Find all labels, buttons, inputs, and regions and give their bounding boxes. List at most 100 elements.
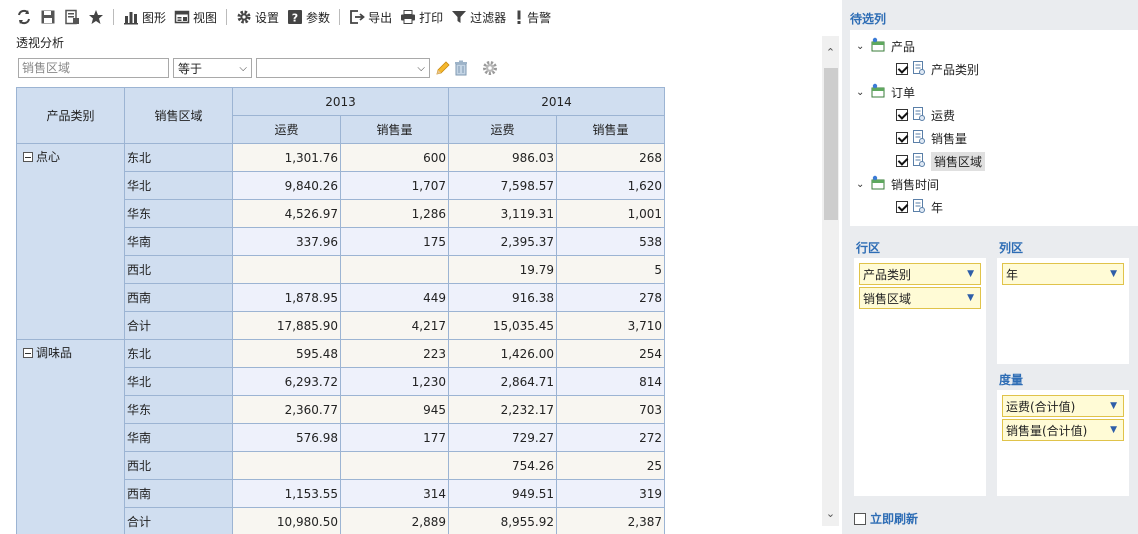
value-cell[interactable]: 945	[340, 395, 449, 424]
value-cell[interactable]	[340, 451, 449, 480]
value-cell[interactable]: 449	[340, 283, 449, 312]
edit-pencil-icon[interactable]	[434, 59, 452, 77]
region-cell[interactable]: 华南	[124, 227, 233, 256]
value-cell[interactable]: 600	[340, 143, 449, 172]
value-cell[interactable]: 3,119.31	[448, 199, 557, 228]
col-header-year[interactable]: 2014	[448, 87, 665, 116]
chevron-down-icon[interactable]: ⌄	[856, 41, 870, 52]
value-cell[interactable]: 1,620	[556, 171, 665, 200]
measure-header[interactable]: 运费	[448, 115, 557, 144]
value-cell[interactable]: 1,426.00	[448, 339, 557, 368]
toolbar-button-save-as[interactable]	[60, 5, 84, 29]
row-field-pill[interactable]: 产品类别 ▼	[859, 263, 981, 285]
value-cell[interactable]: 19.79	[448, 255, 557, 284]
value-cell[interactable]: 3,710	[556, 311, 665, 340]
toolbar-button-export[interactable]: 导出	[345, 5, 396, 29]
scrollbar-thumb[interactable]	[824, 68, 838, 220]
toolbar-button-filter[interactable]: 过滤器	[447, 5, 510, 29]
tree-field[interactable]: 年	[896, 197, 943, 217]
value-cell[interactable]	[232, 451, 341, 480]
value-cell[interactable]: 576.98	[232, 423, 341, 452]
value-cell[interactable]: 754.26	[448, 451, 557, 480]
value-cell[interactable]: 10,980.50	[232, 507, 341, 534]
toolbar-button-print[interactable]: 打印	[396, 5, 447, 29]
scroll-down-icon[interactable]: ⌄	[822, 505, 839, 522]
region-cell[interactable]: 西南	[124, 283, 233, 312]
value-cell[interactable]: 17,885.90	[232, 311, 341, 340]
value-cell[interactable]: 254	[556, 339, 665, 368]
value-cell[interactable]: 314	[340, 479, 449, 508]
value-cell[interactable]: 177	[340, 423, 449, 452]
value-cell[interactable]: 2,232.17	[448, 395, 557, 424]
auto-refresh-toggle[interactable]: 立即刷新	[854, 510, 918, 527]
region-cell[interactable]: 西北	[124, 255, 233, 284]
tree-folder[interactable]: ⌄ 订单	[856, 82, 915, 102]
dropdown-triangle-icon[interactable]: ▼	[967, 269, 974, 279]
toolbar-button-gear[interactable]: 设置	[232, 5, 283, 29]
value-cell[interactable]: 4,217	[340, 311, 449, 340]
measure-header[interactable]: 销售量	[340, 115, 449, 144]
dropdown-triangle-icon[interactable]: ▼	[1110, 269, 1117, 279]
value-cell[interactable]: 8,955.92	[448, 507, 557, 534]
value-cell[interactable]: 986.03	[448, 143, 557, 172]
value-cell[interactable]: 9,840.26	[232, 171, 341, 200]
toolbar-button-param[interactable]: ? 参数	[283, 5, 334, 29]
region-cell[interactable]: 华北	[124, 367, 233, 396]
region-cell[interactable]: 合计	[124, 507, 233, 534]
tree-field[interactable]: 产品类别	[896, 59, 979, 79]
scroll-up-icon[interactable]: ⌃	[822, 44, 839, 61]
value-cell[interactable]: 1,301.76	[232, 143, 341, 172]
tree-folder[interactable]: ⌄ 产品	[856, 36, 915, 56]
toolbar-button-chart[interactable]: 图形	[119, 5, 170, 29]
value-cell[interactable]: 916.38	[448, 283, 557, 312]
row-zone[interactable]: 产品类别 ▼ 销售区域 ▼	[854, 258, 986, 496]
filter-value-select[interactable]: ⌵	[256, 58, 430, 78]
value-cell[interactable]	[340, 255, 449, 284]
value-cell[interactable]: 595.48	[232, 339, 341, 368]
toolbar-button-alert[interactable]: 告警	[510, 5, 555, 29]
value-cell[interactable]: 1,286	[340, 199, 449, 228]
value-cell[interactable]: 337.96	[232, 227, 341, 256]
region-cell[interactable]: 华东	[124, 395, 233, 424]
value-cell[interactable]: 538	[556, 227, 665, 256]
value-cell[interactable]: 278	[556, 283, 665, 312]
chevron-down-icon[interactable]: ⌄	[856, 87, 870, 98]
refresh-checkbox[interactable]	[854, 512, 866, 525]
value-cell[interactable]: 319	[556, 479, 665, 508]
row-field-pill[interactable]: 销售区域 ▼	[859, 287, 981, 309]
measure-field-pill[interactable]: 运费(合计值) ▼	[1002, 395, 1124, 417]
value-cell[interactable]: 5	[556, 255, 665, 284]
value-cell[interactable]: 175	[340, 227, 449, 256]
region-cell[interactable]: 华北	[124, 171, 233, 200]
category-cell[interactable]: 调味品	[16, 339, 125, 534]
dropdown-triangle-icon[interactable]: ▼	[1110, 401, 1117, 411]
value-cell[interactable]: 814	[556, 367, 665, 396]
delete-icon[interactable]	[453, 59, 469, 77]
value-cell[interactable]: 4,526.97	[232, 199, 341, 228]
row-header-category[interactable]: 产品类别	[16, 87, 125, 144]
measure-header[interactable]: 运费	[232, 115, 341, 144]
vertical-scrollbar[interactable]: ⌃ ⌄	[822, 36, 839, 526]
value-cell[interactable]: 1,153.55	[232, 479, 341, 508]
collapse-icon[interactable]	[23, 348, 33, 358]
measure-field-pill[interactable]: 销售量(合计值) ▼	[1002, 419, 1124, 441]
field-checkbox[interactable]	[896, 155, 908, 167]
region-cell[interactable]: 华南	[124, 423, 233, 452]
value-cell[interactable]: 703	[556, 395, 665, 424]
chevron-down-icon[interactable]: ⌄	[856, 179, 870, 190]
value-cell[interactable]: 2,395.37	[448, 227, 557, 256]
value-cell[interactable]: 1,001	[556, 199, 665, 228]
value-cell[interactable]: 2,387	[556, 507, 665, 534]
value-cell[interactable]: 25	[556, 451, 665, 480]
measure-header[interactable]: 销售量	[556, 115, 665, 144]
value-cell[interactable]: 223	[340, 339, 449, 368]
value-cell[interactable]: 7,598.57	[448, 171, 557, 200]
region-cell[interactable]: 合计	[124, 311, 233, 340]
row-header-region[interactable]: 销售区域	[124, 87, 233, 144]
value-cell[interactable]: 15,035.45	[448, 311, 557, 340]
value-cell[interactable]	[232, 255, 341, 284]
toolbar-button-view[interactable]: 视图	[170, 5, 221, 29]
column-zone[interactable]: 年 ▼	[997, 258, 1129, 364]
toolbar-button-star[interactable]	[84, 5, 108, 29]
measure-zone[interactable]: 运费(合计值) ▼ 销售量(合计值) ▼	[997, 390, 1129, 496]
